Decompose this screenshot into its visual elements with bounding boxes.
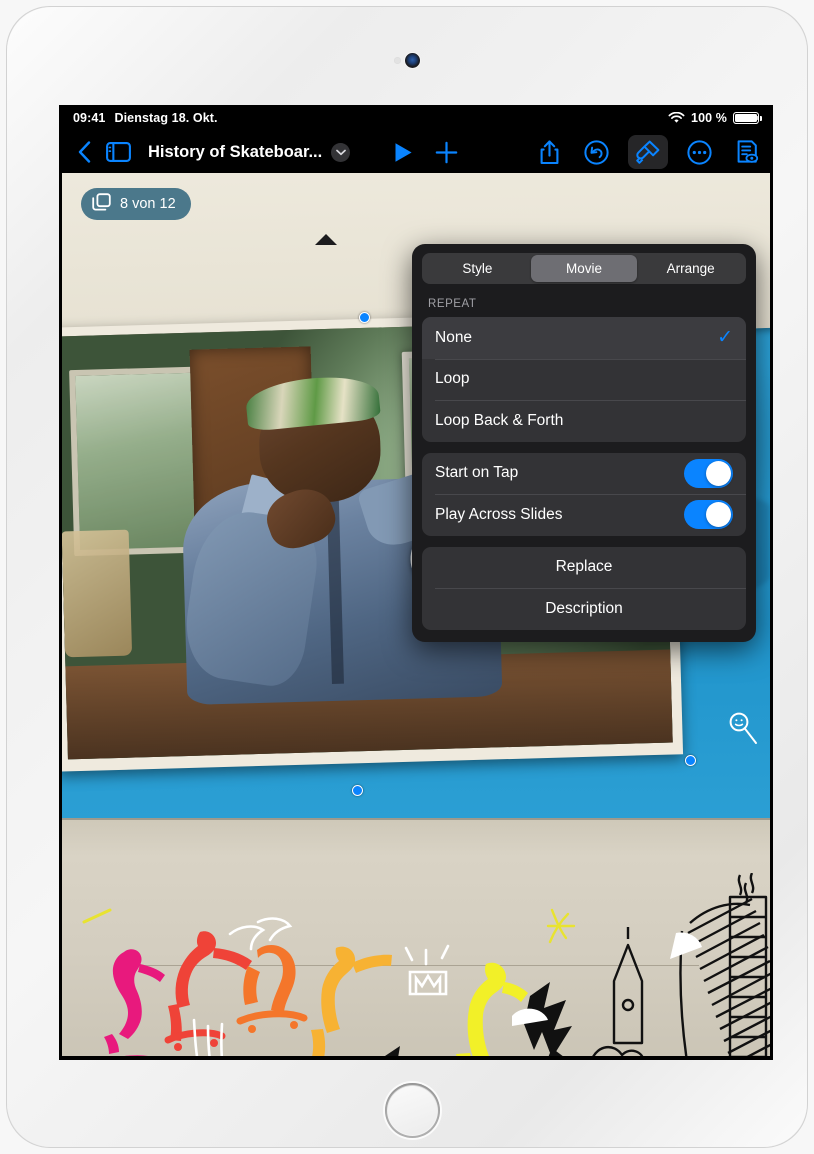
repeat-option-loop[interactable]: Loop	[422, 358, 746, 401]
segment-arrange[interactable]: Arrange	[637, 255, 744, 282]
add-button[interactable]	[432, 141, 460, 164]
movie-format-popover: Style Movie Arrange REPEAT None ✓ Loop L…	[412, 244, 756, 642]
graffiti-cityscape	[592, 873, 770, 1056]
status-right-cluster: 100 %	[668, 105, 762, 131]
app-toolbar: History of Skateboar...	[59, 131, 773, 173]
status-time: 09:41	[73, 111, 106, 125]
home-button[interactable]	[385, 1083, 440, 1138]
slide-canvas[interactable]: 8 von 12 Style Movie Arrange REPEAT None…	[59, 173, 773, 1060]
graffiti-smiley-doodle	[729, 712, 757, 744]
format-segmented-control[interactable]: Style Movie Arrange	[422, 253, 746, 284]
ambient-sensor-icon	[394, 57, 401, 64]
start-on-tap-row[interactable]: Start on Tap	[422, 453, 746, 495]
more-button[interactable]	[687, 139, 712, 165]
front-camera-icon	[405, 53, 420, 68]
selection-handle-bottom[interactable]	[352, 785, 363, 796]
repeat-options-group: None ✓ Loop Loop Back & Forth	[422, 317, 746, 442]
toggle-label: Play Across Slides	[435, 505, 563, 523]
selection-handle-top[interactable]	[359, 312, 370, 323]
presenter-notes-button[interactable]	[736, 139, 759, 165]
ipad-device: 09:41 Dienstag 18. Okt. 100 % History of…	[6, 6, 808, 1148]
checkmark-icon: ✓	[717, 327, 733, 349]
graffiti-skaters	[82, 908, 576, 1056]
segment-movie[interactable]: Movie	[530, 255, 638, 282]
ipad-screen: 09:41 Dienstag 18. Okt. 100 % History of…	[59, 105, 773, 1060]
share-button[interactable]	[539, 139, 560, 165]
repeat-option-label: Loop Back & Forth	[435, 411, 564, 429]
popover-arrow	[315, 234, 337, 245]
repeat-section-header: REPEAT	[428, 298, 477, 310]
status-date: Dienstag 18. Okt.	[114, 111, 218, 125]
repeat-option-label: Loop	[435, 370, 470, 388]
wifi-icon	[668, 112, 685, 124]
undo-button[interactable]	[584, 139, 609, 165]
play-across-slides-row[interactable]: Play Across Slides	[422, 494, 746, 536]
slides-stack-icon	[92, 192, 111, 216]
battery-full-icon	[733, 111, 762, 125]
status-bar: 09:41 Dienstag 18. Okt. 100 %	[59, 105, 773, 131]
repeat-option-loop-back-forth[interactable]: Loop Back & Forth	[422, 400, 746, 442]
playback-toggles-group: Start on Tap Play Across Slides	[422, 452, 746, 536]
segment-style[interactable]: Style	[424, 255, 531, 282]
selection-handle-right[interactable]	[685, 755, 696, 766]
slide-counter-label: 8 von 12	[120, 196, 176, 212]
toolbar-right-group	[539, 135, 761, 169]
battery-percent-label: 100 %	[691, 111, 727, 125]
play-button[interactable]	[388, 142, 418, 163]
replace-button[interactable]: Replace	[422, 547, 746, 589]
format-button[interactable]	[628, 135, 668, 169]
slide-counter-badge[interactable]: 8 von 12	[81, 188, 191, 220]
back-button[interactable]	[71, 141, 97, 163]
toggle-label: Start on Tap	[435, 464, 519, 482]
repeat-option-none[interactable]: None ✓	[422, 317, 746, 359]
sidebar-toggle-icon[interactable]	[101, 142, 135, 162]
chevron-down-icon[interactable]	[331, 142, 351, 162]
play-across-slides-toggle[interactable]	[684, 500, 733, 530]
start-on-tap-toggle[interactable]	[684, 458, 733, 488]
description-button[interactable]: Description	[422, 588, 746, 630]
movie-actions-group: Replace Description	[422, 546, 746, 630]
page-title[interactable]: History of Skateboar...	[148, 143, 322, 162]
repeat-option-label: None	[435, 328, 473, 346]
